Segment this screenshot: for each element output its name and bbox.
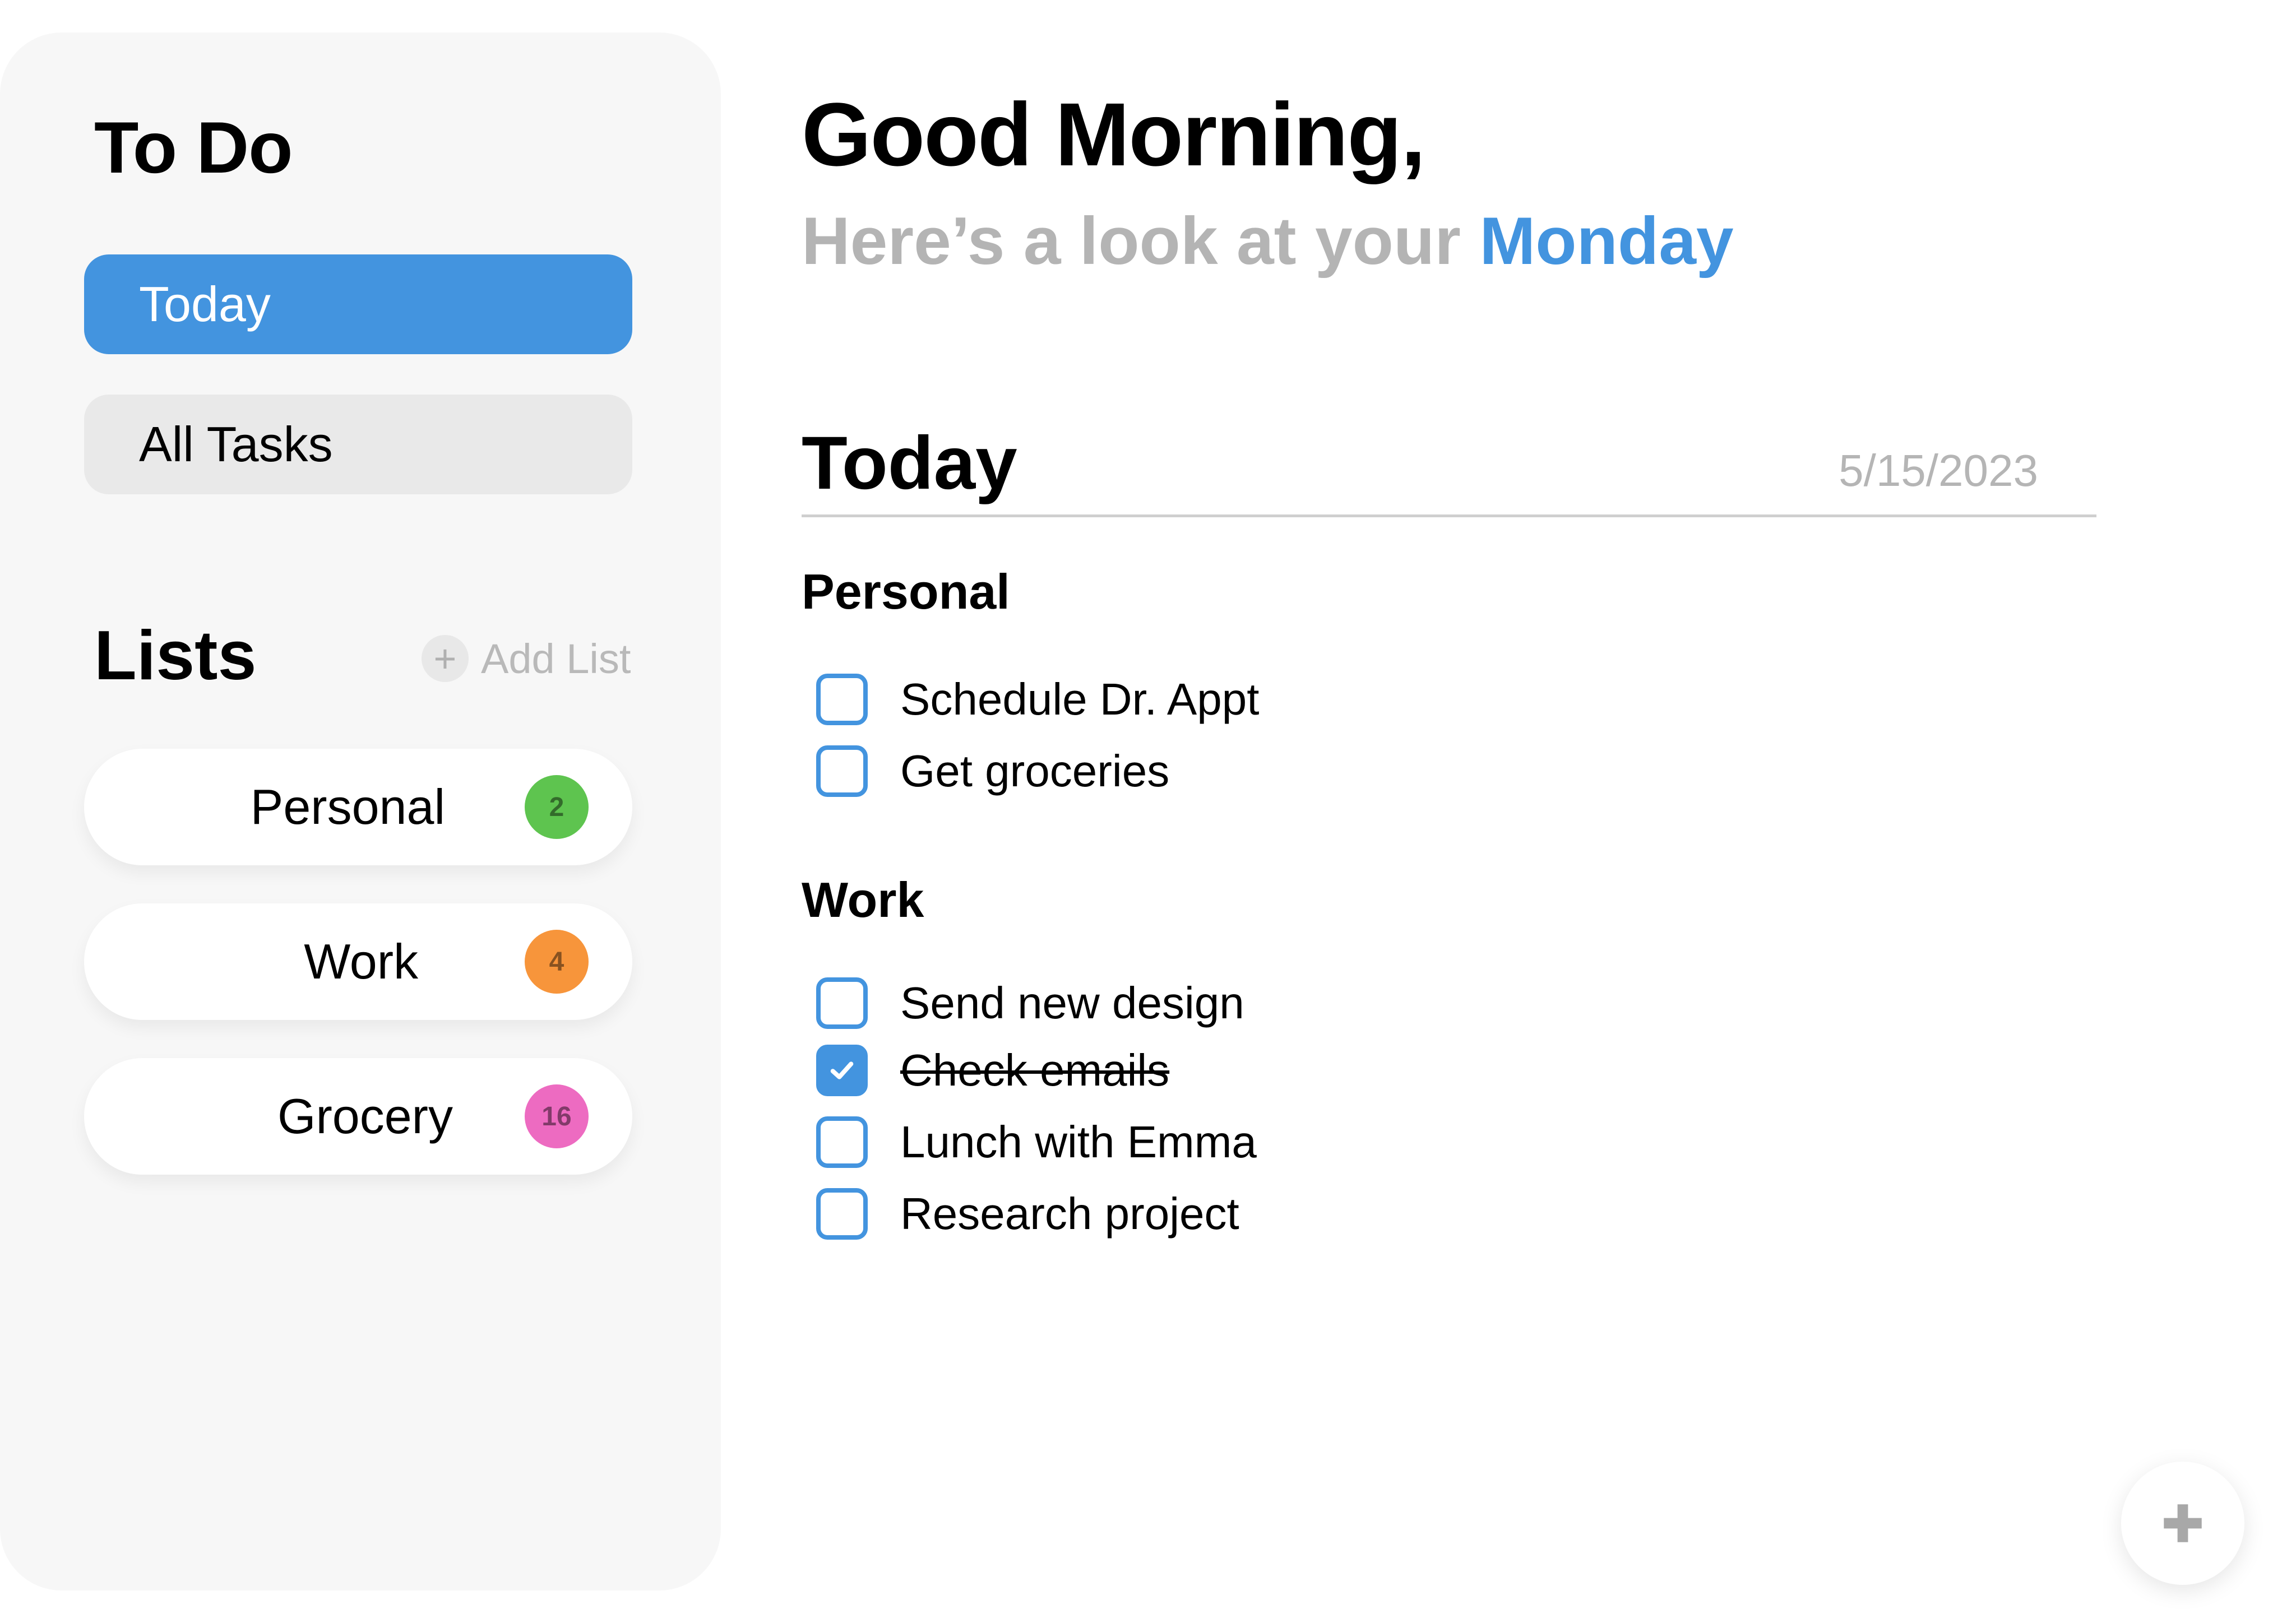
task-checkbox[interactable]: [816, 977, 868, 1029]
task-checkbox[interactable]: [816, 745, 868, 797]
list-card-grocery[interactable]: Grocery 16: [84, 1058, 632, 1175]
task-item: Research project: [816, 1186, 1239, 1242]
add-list-label: Add List: [481, 635, 631, 682]
add-list-button[interactable]: + Add List: [422, 633, 631, 684]
task-label: Lunch with Emma: [900, 1117, 1257, 1167]
task-label: Research project: [900, 1189, 1239, 1239]
sidebar: To Do Today All Tasks Lists + Add List P…: [0, 33, 721, 1590]
app-title: To Do: [94, 106, 293, 188]
section-divider: [802, 514, 2096, 517]
nav-today[interactable]: Today: [84, 254, 632, 354]
task-item: Schedule Dr. Appt: [816, 671, 1259, 727]
task-checkbox-checked[interactable]: [816, 1045, 868, 1096]
group-title-personal: Personal: [802, 564, 1010, 619]
task-item: Lunch with Emma: [816, 1114, 1257, 1170]
lists-title: Lists: [94, 617, 257, 694]
count-badge: 16: [525, 1084, 589, 1148]
group-title-work: Work: [802, 872, 924, 928]
plus-icon: [2164, 1504, 2202, 1542]
section-title: Today: [802, 421, 1017, 505]
list-card-label: Work: [304, 934, 418, 989]
subtitle-prefix: Here’s a look at your: [802, 203, 1480, 279]
list-card-label: Personal: [250, 779, 445, 834]
nav-all-tasks-label: All Tasks: [139, 416, 333, 472]
greeting-subtitle: Here’s a look at your Monday: [802, 207, 1734, 275]
list-card-work[interactable]: Work 4: [84, 903, 632, 1020]
task-item: Get groceries: [816, 743, 1169, 799]
task-label: Check emails: [900, 1045, 1170, 1095]
task-checkbox[interactable]: [816, 1188, 868, 1240]
count-badge: 4: [525, 930, 589, 994]
nav-today-label: Today: [139, 276, 271, 332]
count-badge: 2: [525, 775, 589, 839]
checkmark-icon: [830, 1061, 854, 1079]
task-label: Send new design: [900, 978, 1244, 1028]
date-label: 5/15/2023: [1839, 446, 2038, 495]
task-checkbox[interactable]: [816, 674, 868, 725]
list-card-personal[interactable]: Personal 2: [84, 749, 632, 865]
add-task-button[interactable]: [2121, 1462, 2244, 1585]
list-card-label: Grocery: [277, 1088, 453, 1144]
subtitle-day: Monday: [1479, 203, 1734, 279]
greeting-title: Good Morning,: [802, 84, 1425, 184]
task-label: Schedule Dr. Appt: [900, 674, 1260, 724]
task-item: Send new design: [816, 975, 1244, 1031]
task-label: Get groceries: [900, 746, 1170, 796]
task-item: Check emails: [816, 1042, 1169, 1098]
nav-all-tasks[interactable]: All Tasks: [84, 395, 632, 494]
plus-icon: +: [422, 635, 469, 682]
task-checkbox[interactable]: [816, 1116, 868, 1168]
